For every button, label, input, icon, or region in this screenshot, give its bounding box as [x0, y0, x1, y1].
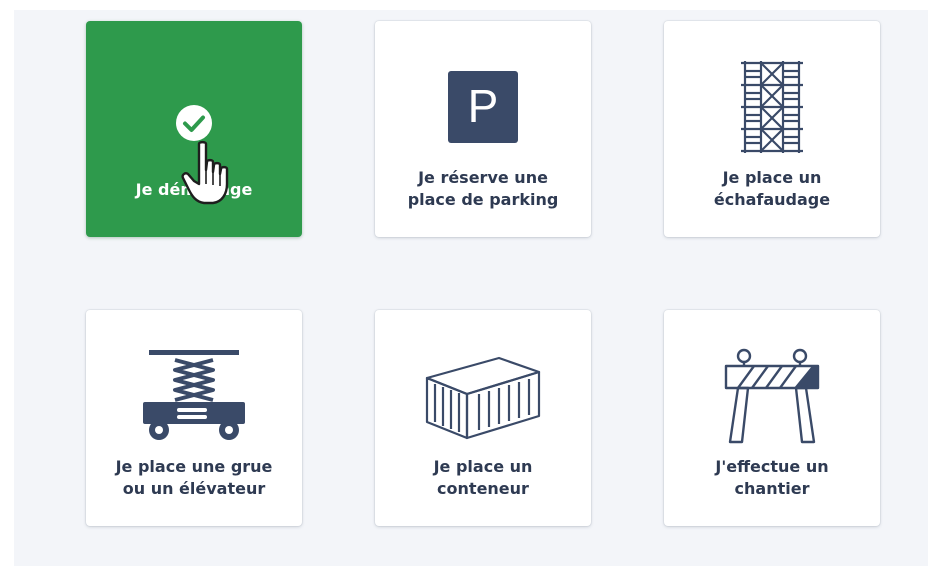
- container-icon: [425, 356, 541, 440]
- card-moving[interactable]: Je déménage: [86, 21, 302, 237]
- parking-icon: P: [448, 71, 518, 143]
- card-parking-label: Je réserve une place de parking: [407, 168, 559, 209]
- card-worksite-label: J'effectue un chantier: [715, 457, 829, 498]
- card-container-label: Je place un conteneur: [433, 457, 533, 498]
- card-container[interactable]: Je place un conteneur: [375, 310, 591, 526]
- card-crane-lift-label: Je place une grue ou un élévateur: [115, 457, 273, 498]
- card-worksite[interactable]: J'effectue un chantier: [664, 310, 880, 526]
- card-scaffolding-label: Je place un échafaudage: [713, 168, 831, 209]
- card-crane-lift[interactable]: Je place une grue ou un élévateur: [86, 310, 302, 526]
- road-barrier-icon: [724, 348, 820, 444]
- scissor-lift-icon: [143, 350, 245, 440]
- card-scaffolding[interactable]: Je place un échafaudage: [664, 21, 880, 237]
- scaffolding-icon: [741, 61, 803, 153]
- card-parking[interactable]: P Je réserve une place de parking: [375, 21, 591, 237]
- svg-text:P: P: [468, 80, 499, 132]
- check-circle-icon: [86, 103, 302, 143]
- card-moving-label: Je déménage: [135, 180, 253, 199]
